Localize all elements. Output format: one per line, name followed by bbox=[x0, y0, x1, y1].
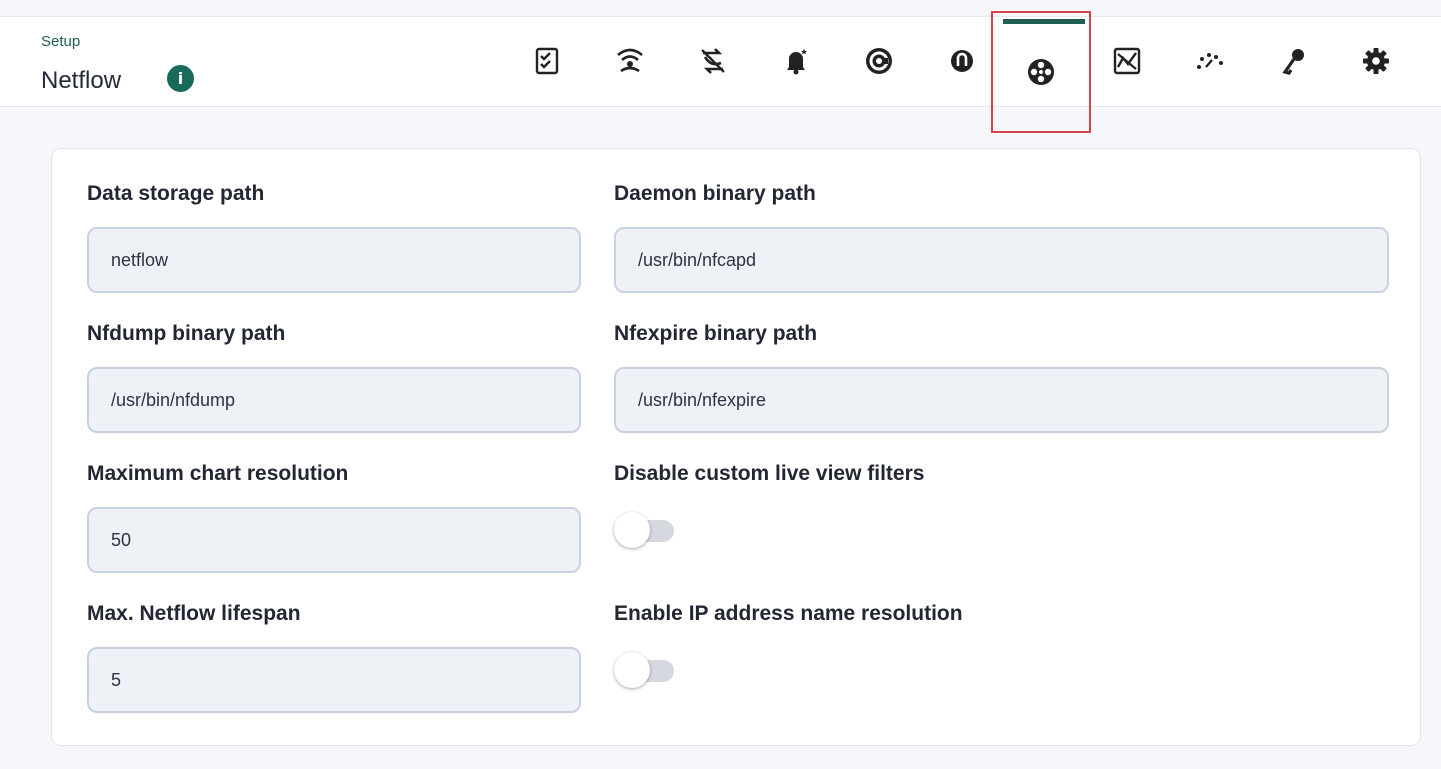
tab-checklist[interactable] bbox=[517, 17, 577, 105]
max-chart-resolution-input[interactable]: 50 bbox=[87, 507, 581, 573]
disable-live-view-filters-label: Disable custom live view filters bbox=[614, 462, 925, 485]
tab-chart[interactable] bbox=[1097, 17, 1157, 105]
info-icon[interactable]: i bbox=[167, 65, 194, 92]
nfexpire-binary-path-label: Nfexpire binary path bbox=[614, 322, 818, 345]
active-tab-indicator bbox=[1003, 19, 1085, 24]
bell-icon bbox=[787, 49, 807, 75]
tab-gauge[interactable] bbox=[1180, 17, 1240, 105]
tab-logo-circle[interactable] bbox=[932, 17, 992, 105]
daemon-binary-path-input[interactable]: /usr/bin/nfcapd bbox=[614, 227, 1389, 293]
max-netflow-lifespan-label: Max. Netflow lifespan bbox=[87, 602, 301, 625]
nfdump-binary-path-label: Nfdump binary path bbox=[87, 322, 286, 345]
gear-icon bbox=[1363, 48, 1389, 74]
netflow-icon bbox=[1028, 59, 1054, 85]
daemon-binary-path-label: Daemon binary path bbox=[614, 182, 816, 205]
tab-wifi[interactable] bbox=[600, 17, 660, 105]
logo-c-icon bbox=[866, 48, 892, 74]
toggle-knob bbox=[614, 512, 650, 548]
toggle-knob bbox=[614, 652, 650, 688]
nfdump-binary-path-input[interactable]: /usr/bin/nfdump bbox=[87, 367, 581, 433]
breadcrumb[interactable]: Setup bbox=[41, 33, 80, 50]
enable-ip-name-resolution-label: Enable IP address name resolution bbox=[614, 602, 963, 625]
tab-transfer[interactable] bbox=[683, 17, 743, 105]
page-title: Netflow bbox=[41, 67, 122, 94]
tab-settings[interactable] bbox=[1346, 17, 1406, 105]
transfer-icon bbox=[701, 48, 725, 74]
max-netflow-lifespan-input[interactable]: 5 bbox=[87, 647, 581, 713]
nfexpire-binary-path-input[interactable]: /usr/bin/nfexpire bbox=[614, 367, 1389, 433]
logo-circle-icon bbox=[951, 50, 973, 72]
header-bar: Setup Netflow i bbox=[0, 11, 1441, 133]
tab-key[interactable] bbox=[1263, 17, 1323, 105]
tab-logo-c[interactable] bbox=[849, 17, 909, 105]
wifi-icon bbox=[617, 48, 643, 73]
key-icon bbox=[1282, 49, 1304, 75]
tab-netflow[interactable] bbox=[991, 11, 1091, 133]
chart-icon bbox=[1113, 47, 1141, 75]
gauge-icon bbox=[1197, 53, 1223, 69]
checklist-icon bbox=[535, 47, 559, 75]
enable-ip-name-resolution-toggle[interactable] bbox=[614, 652, 674, 688]
data-storage-path-input[interactable]: netflow bbox=[87, 227, 581, 293]
data-storage-path-label: Data storage path bbox=[87, 182, 265, 205]
disable-live-view-filters-toggle[interactable] bbox=[614, 512, 674, 548]
netflow-settings-card: Data storage path netflow Daemon binary … bbox=[51, 148, 1421, 746]
max-chart-resolution-label: Maximum chart resolution bbox=[87, 462, 349, 485]
tab-notifications[interactable] bbox=[766, 17, 826, 105]
